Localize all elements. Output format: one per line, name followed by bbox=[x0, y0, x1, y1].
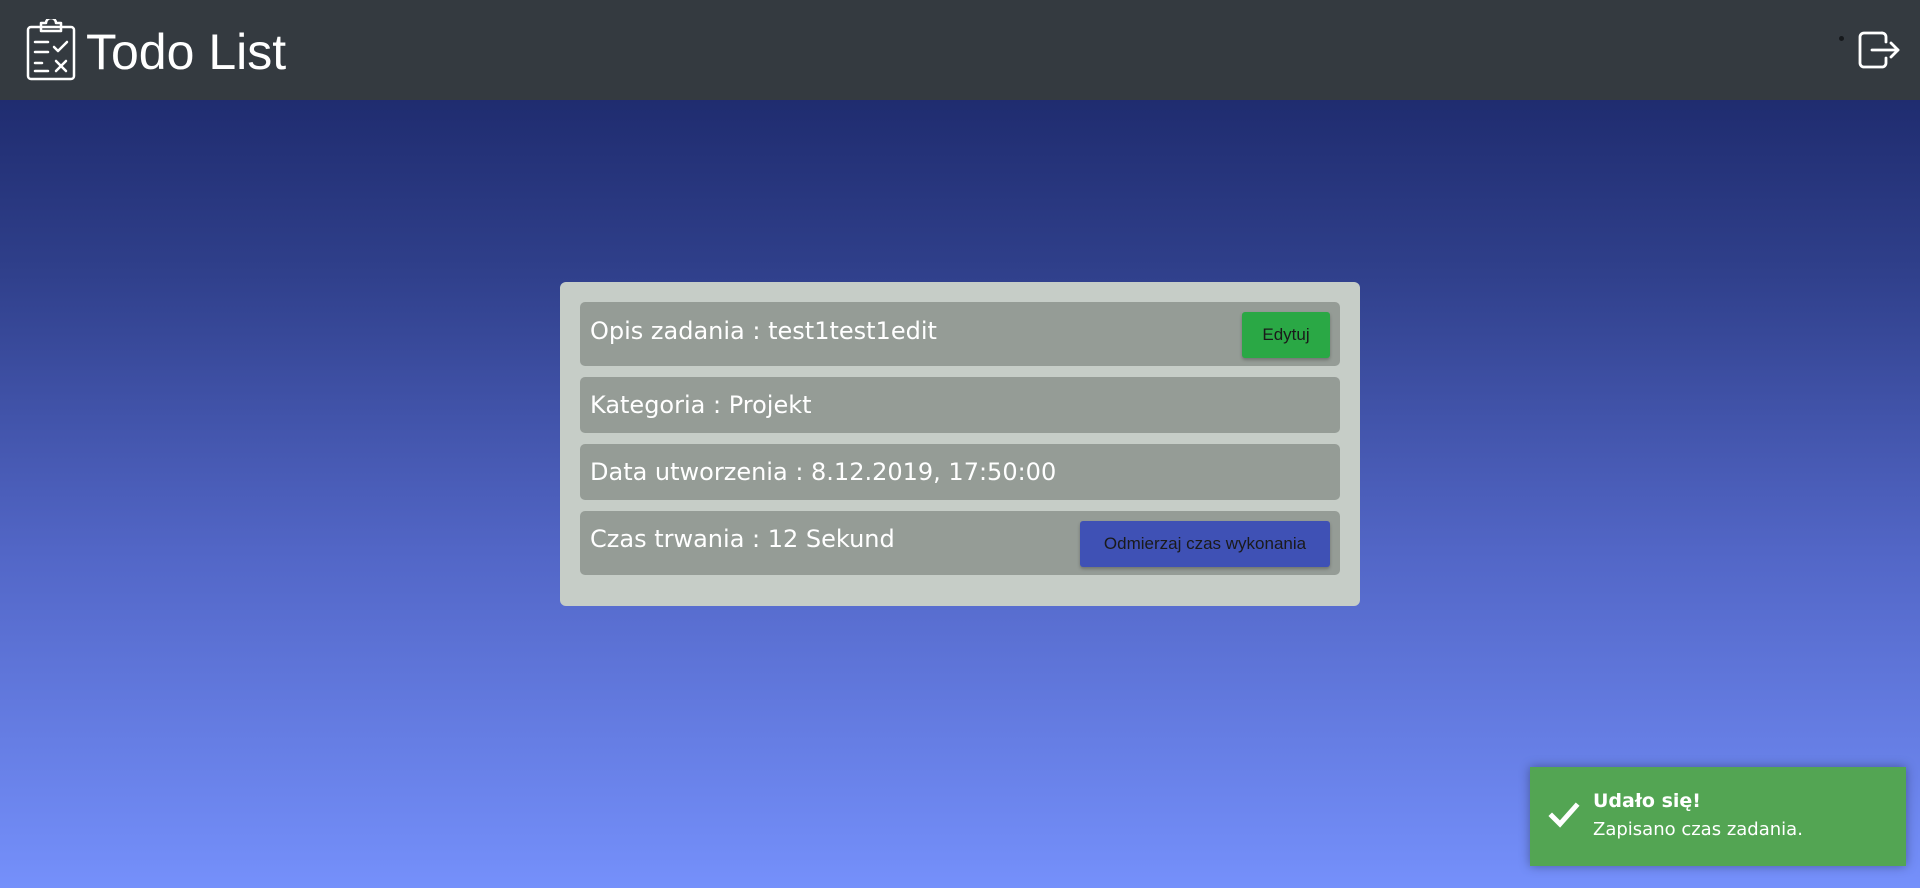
task-description-text: Opis zadania : test1test1edit bbox=[590, 317, 937, 345]
app-title: Todo List bbox=[86, 24, 287, 80]
task-description-row: Opis zadania : test1test1edit Edytuj bbox=[580, 302, 1340, 366]
success-toast[interactable]: Udało się! Zapisano czas zadania. bbox=[1530, 767, 1906, 866]
task-created-row: Data utworzenia : 8.12.2019, 17:50:00 bbox=[580, 444, 1340, 500]
measure-time-button[interactable]: Odmierzaj czas wykonania bbox=[1080, 521, 1330, 567]
edit-button[interactable]: Edytuj bbox=[1242, 312, 1330, 358]
task-created-text: Data utworzenia : 8.12.2019, 17:50:00 bbox=[590, 458, 1057, 486]
logout-icon[interactable] bbox=[1856, 27, 1902, 73]
task-category-row: Kategoria : Projekt bbox=[580, 377, 1340, 433]
nav-dot bbox=[1839, 36, 1844, 41]
task-details-card: Opis zadania : test1test1edit Edytuj Kat… bbox=[560, 282, 1360, 606]
toast-title: Udało się! bbox=[1593, 790, 1701, 812]
brand[interactable]: Todo List bbox=[26, 16, 287, 82]
checkmark-icon bbox=[1548, 801, 1580, 829]
navbar: Todo List bbox=[0, 0, 1920, 100]
task-category-text: Kategoria : Projekt bbox=[590, 391, 812, 419]
clipboard-checklist-icon bbox=[26, 16, 76, 81]
task-duration-row: Czas trwania : 12 Sekund Odmierzaj czas … bbox=[580, 511, 1340, 575]
task-duration-text: Czas trwania : 12 Sekund bbox=[590, 525, 895, 553]
toast-message: Zapisano czas zadania. bbox=[1593, 819, 1803, 840]
